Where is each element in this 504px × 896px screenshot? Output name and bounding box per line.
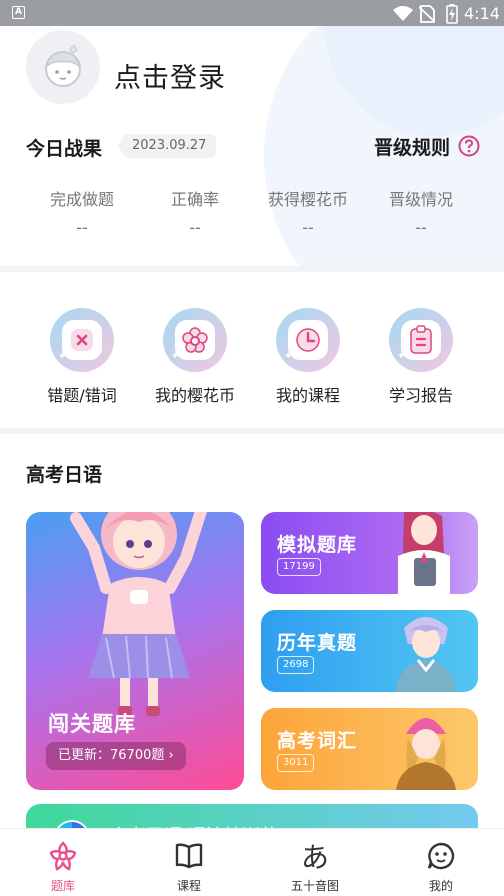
clipboard-icon: ✦ [389, 308, 453, 372]
quick-action-sakura-coin[interactable]: ✦ 我的樱花币 [132, 308, 258, 406]
stat-value: -- [189, 218, 201, 237]
stat-value: -- [76, 218, 88, 237]
card-title: 历年真题 [277, 632, 358, 654]
question-count-badge: 2698 [277, 656, 315, 674]
card-title: 高考词汇 [277, 730, 358, 752]
error-book-icon: ✦ [50, 308, 114, 372]
updated-count-pill[interactable]: 已更新：76700题 › [46, 742, 186, 770]
stat-label: 获得樱花币 [267, 190, 348, 209]
quick-actions: ✦ 错题/错词 ✦ 我的樱花币 ✦ 我的课程 ✦ 学习报告 [0, 272, 504, 428]
past-exams-card[interactable]: 历年真题 2698 [261, 610, 478, 692]
wifi-icon [393, 6, 413, 21]
quick-action-label: 我的樱花币 [154, 386, 235, 405]
gaokao-vocabulary-card[interactable]: 高考词汇 3011 [261, 708, 478, 790]
today-results-title: 今日战果 [26, 138, 103, 160]
stat-label: 晋级情况 [388, 190, 453, 209]
hiragana-icon: あ [300, 841, 329, 874]
card-title: 模拟题库 [277, 534, 358, 556]
avatar-placeholder-icon [45, 44, 81, 87]
quick-action-label: 我的课程 [275, 386, 340, 405]
quick-action-error-book[interactable]: ✦ 错题/错词 [19, 308, 145, 406]
anime-girl-illustration [70, 512, 208, 716]
promotion-rules-link[interactable]: 晋级规则 [374, 133, 450, 160]
section-title: 高考日语 [26, 464, 103, 486]
stat-sakura-coins: 获得樱花币 -- [245, 186, 371, 237]
anime-girl-tablet-illustration [398, 512, 450, 594]
level-question-bank-card[interactable]: 闯关题库 已更新：76700题 › [26, 512, 244, 790]
tab-mine[interactable]: 我的 [378, 839, 504, 894]
flower-icon [0, 839, 126, 873]
tab-courses[interactable]: 课程 [126, 839, 252, 894]
help-icon[interactable] [458, 135, 480, 157]
no-sim-icon [419, 5, 435, 23]
notification-a-icon: A [12, 6, 25, 19]
question-count-badge: 3011 [277, 754, 315, 772]
profile-card: 点击登录 今日战果 2023.09.27 晋级规则 完成做题 -- 正确率 --… [0, 26, 504, 266]
quick-action-my-courses[interactable]: ✦ 我的课程 [245, 308, 371, 406]
status-bar: A 4:14 [0, 0, 504, 26]
status-time: 4:14 [464, 4, 500, 23]
tab-label: 五十音图 [290, 879, 339, 893]
stat-value: -- [415, 218, 427, 237]
anime-girl-beanie-illustration [396, 718, 456, 790]
tab-question-bank[interactable]: 题库 [0, 839, 126, 894]
clock-icon: ✦ [276, 308, 340, 372]
gaokao-section: 高考日语 闯关题库 已更新：76700题 › 模拟题库 17199 历年真题 2… [0, 434, 504, 858]
tab-label: 题库 [50, 879, 75, 893]
tab-label: 我的 [428, 879, 453, 893]
tab-gojuon[interactable]: あ 五十音图 [252, 839, 378, 894]
stat-label: 正确率 [170, 190, 219, 209]
bottom-tab-bar: 题库 课程 あ 五十音图 我的 [0, 828, 504, 896]
avatar[interactable] [26, 30, 100, 104]
question-count-badge: 17199 [277, 558, 321, 576]
battery-icon [446, 4, 458, 24]
stat-value: -- [302, 218, 314, 237]
quick-action-label: 错题/错词 [47, 386, 117, 405]
date-badge: 2023.09.27 [118, 134, 217, 158]
mock-question-bank-card[interactable]: 模拟题库 17199 [261, 512, 478, 594]
stat-completed: 完成做题 -- [19, 186, 145, 237]
tab-label: 课程 [176, 879, 201, 893]
level-bank-title: 闯关题库 [48, 712, 136, 736]
login-link[interactable]: 点击登录 [114, 56, 226, 95]
anime-boy-illustration [396, 617, 456, 692]
stat-accuracy: 正确率 -- [132, 186, 258, 237]
chat-face-icon [378, 839, 504, 873]
stat-label: 完成做题 [49, 190, 114, 209]
stat-promotion: 晋级情况 -- [358, 186, 484, 237]
book-icon [126, 839, 252, 873]
sakura-coin-icon: ✦ [163, 308, 227, 372]
quick-action-study-report[interactable]: ✦ 学习报告 [358, 308, 484, 406]
quick-action-label: 学习报告 [388, 386, 453, 405]
